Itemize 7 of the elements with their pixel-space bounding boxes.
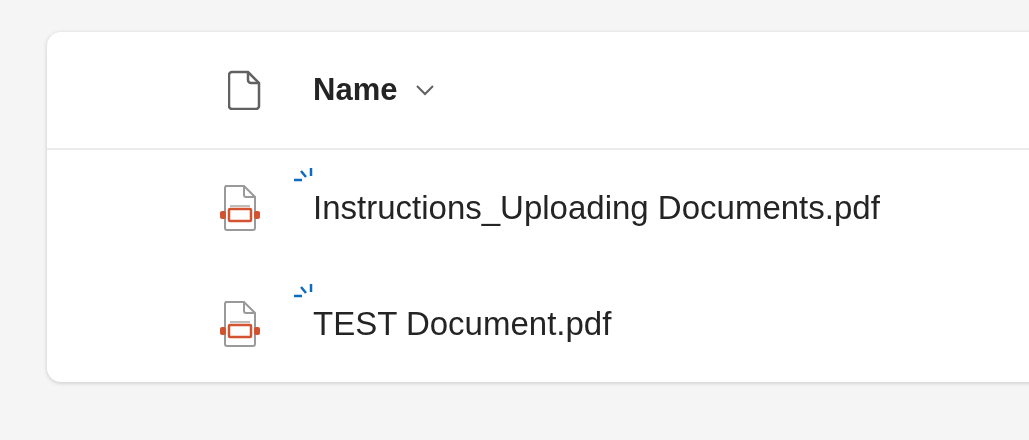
file-name-link[interactable]: Instructions_Uploading Documents.pdf (313, 189, 880, 227)
pdf-file-icon (218, 184, 262, 232)
chevron-down-icon (415, 84, 436, 96)
file-name-link[interactable]: TEST Document.pdf (313, 305, 612, 343)
file-icon (228, 70, 262, 110)
pdf-file-icon (218, 300, 262, 348)
name-column-header[interactable]: Name (313, 72, 436, 108)
